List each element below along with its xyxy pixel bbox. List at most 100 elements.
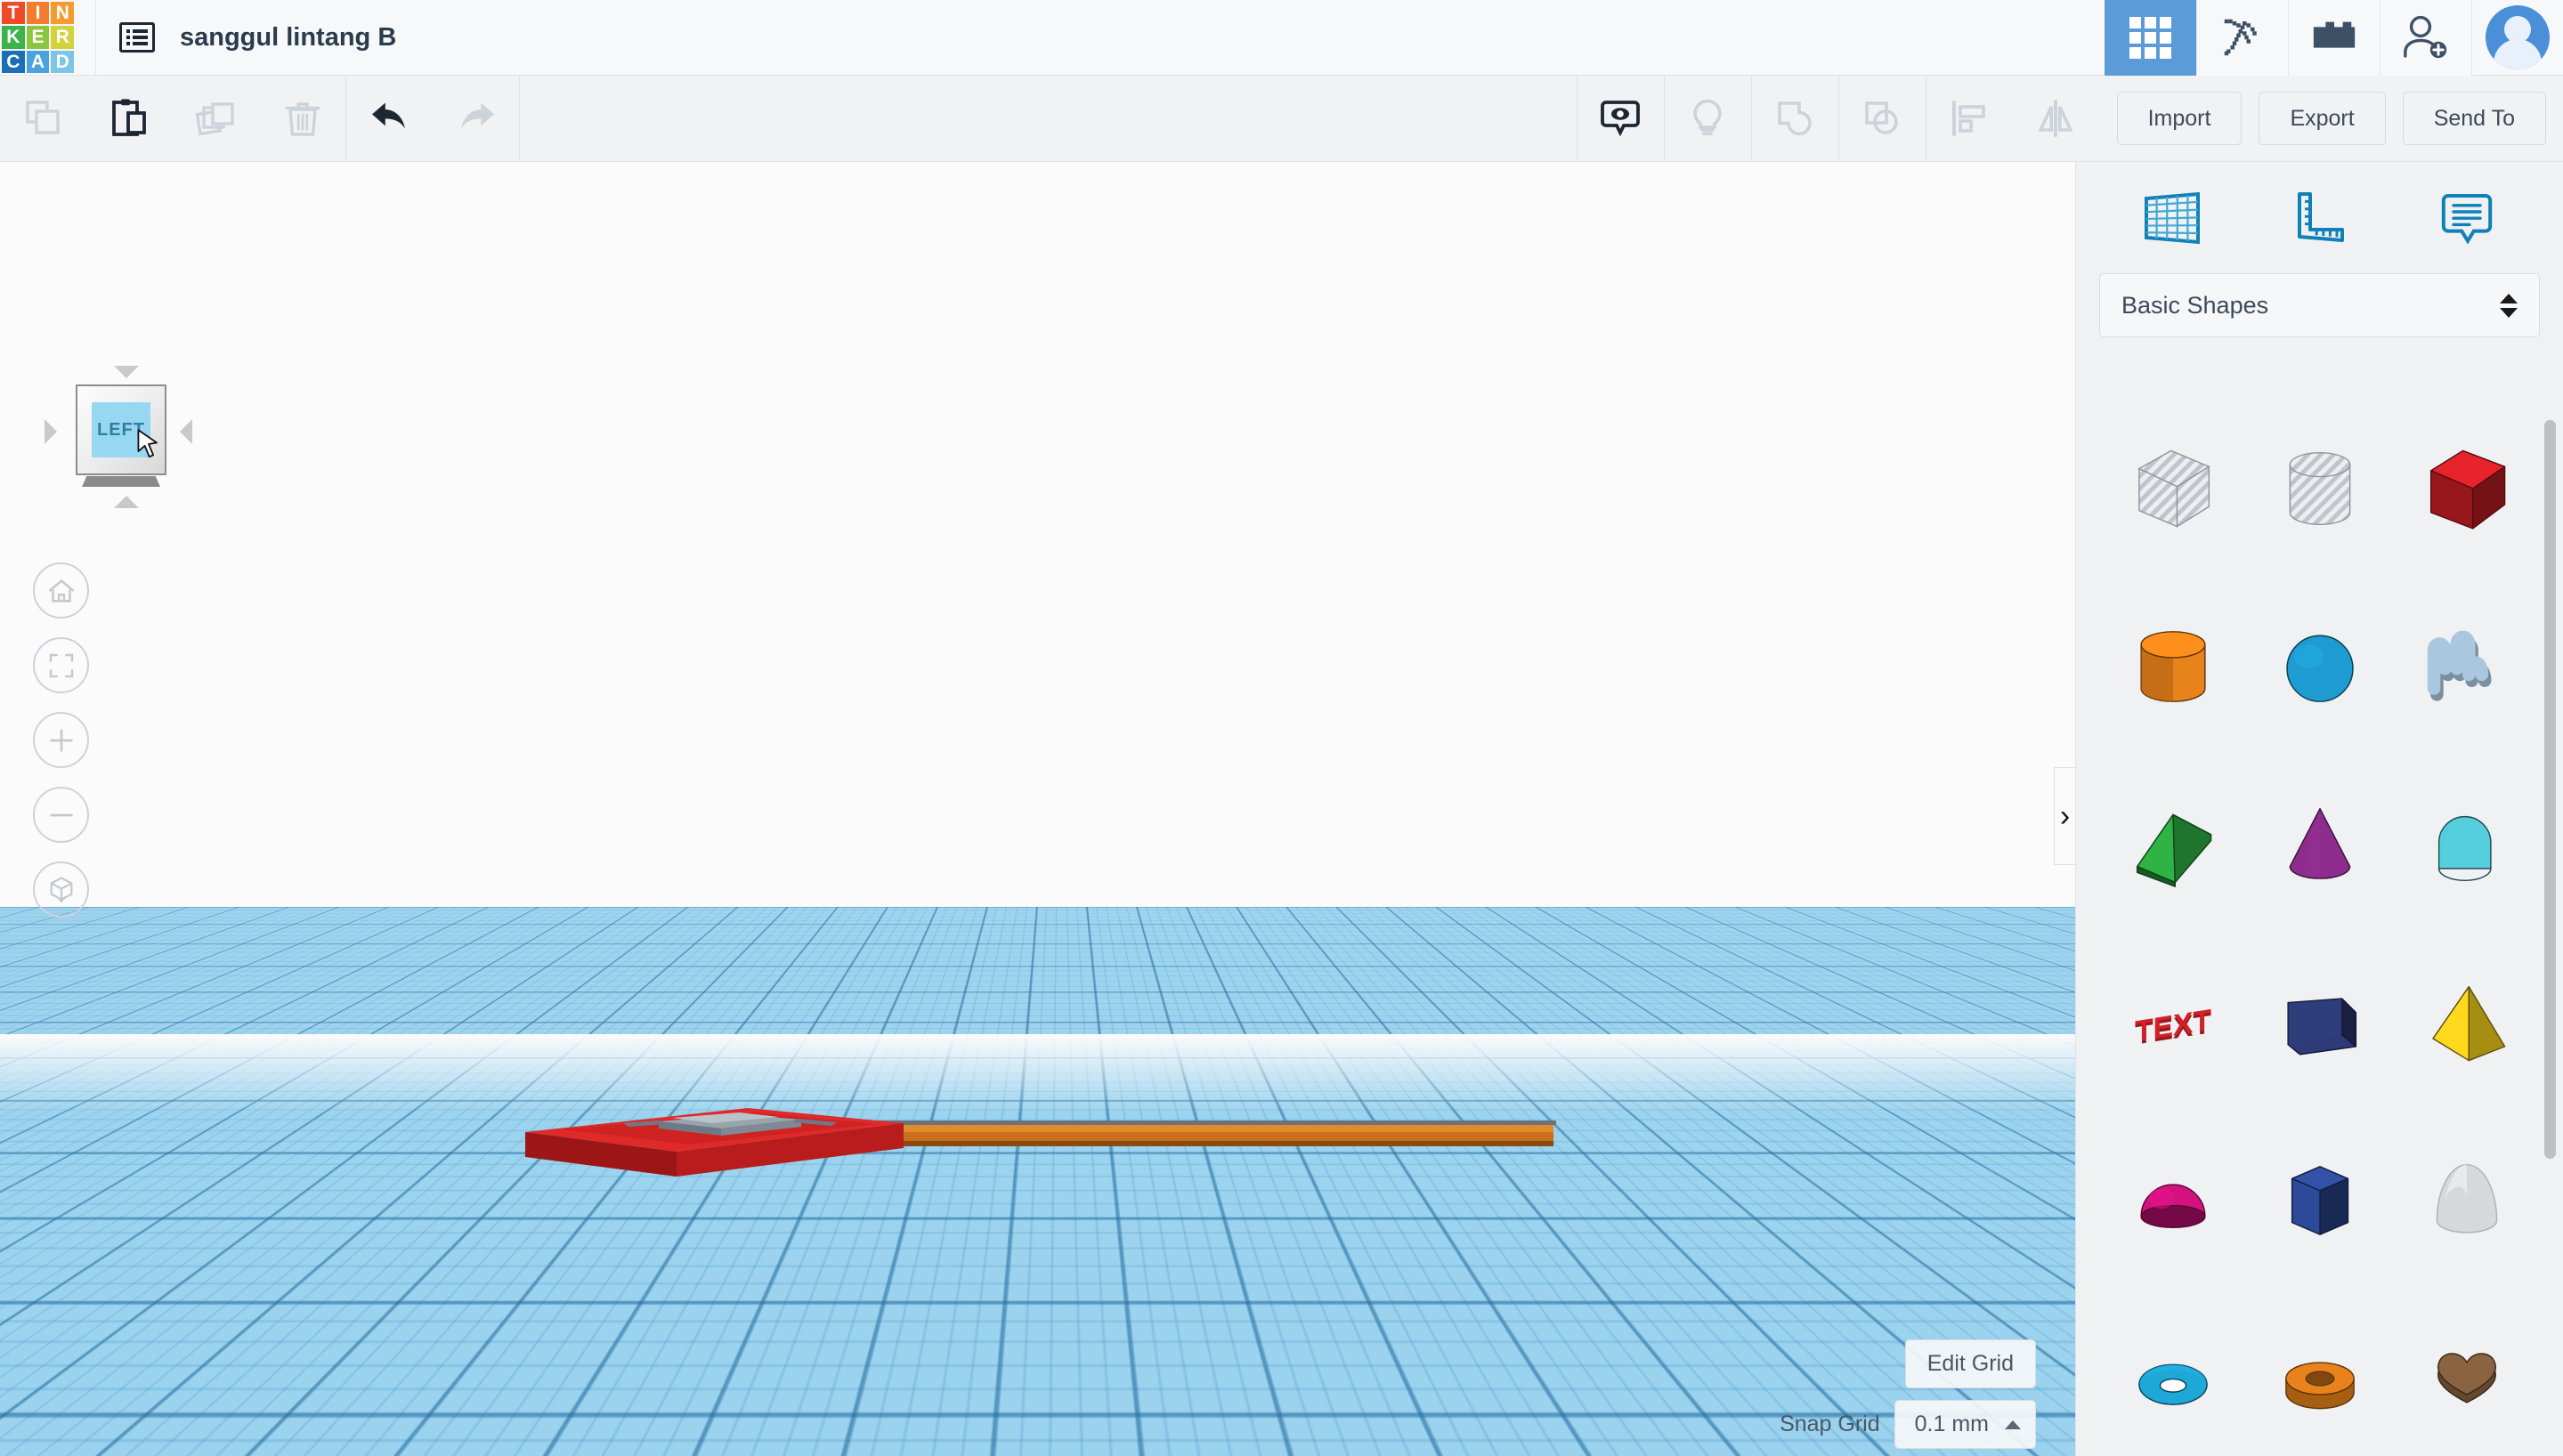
shape-roof[interactable] <box>2099 756 2246 934</box>
viewcube-base <box>82 476 160 487</box>
grid-3x3-icon <box>2129 16 2171 59</box>
shape-half-cylinder[interactable] <box>2394 756 2541 934</box>
invite-button[interactable] <box>2380 0 2471 76</box>
list-menu-icon[interactable] <box>119 22 155 53</box>
fit-to-view-button[interactable] <box>33 637 89 693</box>
minecraft-button[interactable] <box>2196 0 2288 76</box>
shape-gallery: TEXT TEXT <box>2076 380 2563 1456</box>
apps-grid-button[interactable] <box>2105 0 2196 76</box>
logo-tile: N <box>51 1 74 25</box>
shape-box-hole[interactable] <box>2099 400 2246 578</box>
home-icon <box>48 578 74 603</box>
undo-button[interactable] <box>346 76 433 162</box>
group-button[interactable] <box>1752 76 1838 162</box>
workplane-grid-icon <box>2144 191 2200 244</box>
clipboard-paste-icon <box>111 99 146 136</box>
logo-tile: I <box>26 1 50 25</box>
shape-sphere[interactable] <box>2246 578 2393 756</box>
document-title[interactable]: sanggul lintang B <box>180 23 396 53</box>
workplane-grid <box>0 907 2075 1456</box>
ungroup-shapes-icon <box>1865 101 1898 134</box>
file-actions: Import Export Send To <box>2099 92 2563 145</box>
shape-paraboloid[interactable] <box>2394 1112 2541 1290</box>
zoom-in-button[interactable] <box>33 712 89 768</box>
shape-category-select[interactable]: Basic Shapes <box>2099 273 2540 337</box>
logo-tile: K <box>2 26 25 49</box>
lightbulb-icon <box>1693 99 1722 135</box>
view-cube[interactable]: LEFT <box>37 344 202 522</box>
shape-tube[interactable] <box>2246 1290 2393 1456</box>
snap-grid-select[interactable]: 0.1 mm <box>1894 1400 2036 1449</box>
delete-button[interactable] <box>259 76 345 162</box>
eye-callout-icon <box>1601 101 1640 137</box>
blocks-button[interactable] <box>2288 0 2380 76</box>
minus-icon <box>49 813 73 816</box>
redo-button[interactable] <box>433 76 519 162</box>
duplicate-button[interactable] <box>173 76 259 162</box>
shape-box-angled[interactable] <box>2246 934 2393 1112</box>
top-bar: T I N K E R C A D sanggul lintang B <box>0 0 2563 76</box>
shape-category-value: Basic Shapes <box>2121 291 2269 319</box>
panel-header-icons <box>2076 162 2563 273</box>
workplane-button[interactable] <box>2129 178 2218 258</box>
shape-heart[interactable] <box>2394 1290 2541 1456</box>
ungroup-button[interactable] <box>1839 76 1926 162</box>
viewcube-arrow-down[interactable] <box>114 496 139 508</box>
logo-tile: R <box>51 26 74 49</box>
note-button[interactable] <box>2422 178 2511 258</box>
divider <box>519 75 520 162</box>
logo-tile: T <box>2 1 25 25</box>
shapes-panel: Basic Shapes TEXT TEXT <box>2075 162 2563 1456</box>
mirror-button[interactable] <box>2013 76 2099 162</box>
svg-text:TEXT: TEXT <box>2135 1003 2211 1048</box>
align-button[interactable] <box>1926 76 2013 162</box>
shape-torus[interactable] <box>2099 1290 2246 1456</box>
zoom-out-button[interactable] <box>33 787 89 843</box>
cube-projection-icon <box>50 876 72 903</box>
viewcube-arrow-right[interactable] <box>180 419 192 444</box>
shape-cylinder-hole[interactable] <box>2246 400 2393 578</box>
plus-icon <box>49 728 73 752</box>
edit-grid-button[interactable]: Edit Grid <box>1904 1339 2036 1388</box>
shape-scribble[interactable] <box>2394 578 2541 756</box>
shape-text[interactable]: TEXT TEXT <box>2099 934 2246 1112</box>
show-hide-button[interactable] <box>1578 76 1664 162</box>
shape-cone[interactable] <box>2246 756 2393 934</box>
shape-hexagonal-prism[interactable] <box>2246 1112 2393 1290</box>
projection-toggle-button[interactable] <box>33 861 89 918</box>
shape-box[interactable] <box>2394 400 2541 578</box>
align-icon <box>1952 101 1985 136</box>
export-button[interactable]: Export <box>2259 92 2386 145</box>
ruler-icon <box>2297 191 2344 242</box>
view-navigation-buttons <box>33 562 89 918</box>
light-button[interactable] <box>1665 76 1751 162</box>
design-canvas[interactable]: LEFT Edit Grid Snap Grid 0.1 mm <box>0 162 2075 1456</box>
category-select-wrap: Basic Shapes <box>2076 273 2563 337</box>
send-to-button[interactable]: Send To <box>2402 92 2546 145</box>
ruler-button[interactable] <box>2275 178 2364 258</box>
logo-tile: C <box>2 50 25 74</box>
snap-grid-label: Snap Grid <box>1780 1412 1880 1436</box>
account-button[interactable] <box>2471 0 2563 76</box>
group-shapes-icon <box>1778 101 1812 136</box>
paste-button[interactable] <box>86 76 173 162</box>
shape-half-sphere[interactable] <box>2099 1112 2246 1290</box>
home-view-button[interactable] <box>33 562 89 619</box>
redo-arrow-icon <box>460 102 494 129</box>
panel-collapse-button[interactable]: › <box>2054 767 2075 865</box>
shape-cylinder[interactable] <box>2099 578 2246 756</box>
copy-button[interactable] <box>0 76 86 162</box>
shape-pyramid[interactable] <box>2394 934 2541 1112</box>
shapes-scrollbar[interactable] <box>2544 420 2556 1159</box>
snap-grid-control: Snap Grid 0.1 mm <box>1780 1400 2036 1449</box>
top-bar-actions <box>2105 0 2563 76</box>
import-button[interactable]: Import <box>2116 92 2243 145</box>
tinkercad-logo[interactable]: T I N K E R C A D <box>0 0 76 76</box>
fit-frame-icon <box>49 653 73 677</box>
lego-brick-icon <box>2313 21 2356 48</box>
viewcube-arrow-up[interactable] <box>114 366 139 378</box>
logo-tile: E <box>26 26 50 49</box>
viewcube-arrow-left[interactable] <box>45 419 57 444</box>
workplane[interactable] <box>0 907 2075 1456</box>
pickaxe-icon <box>2224 19 2257 56</box>
